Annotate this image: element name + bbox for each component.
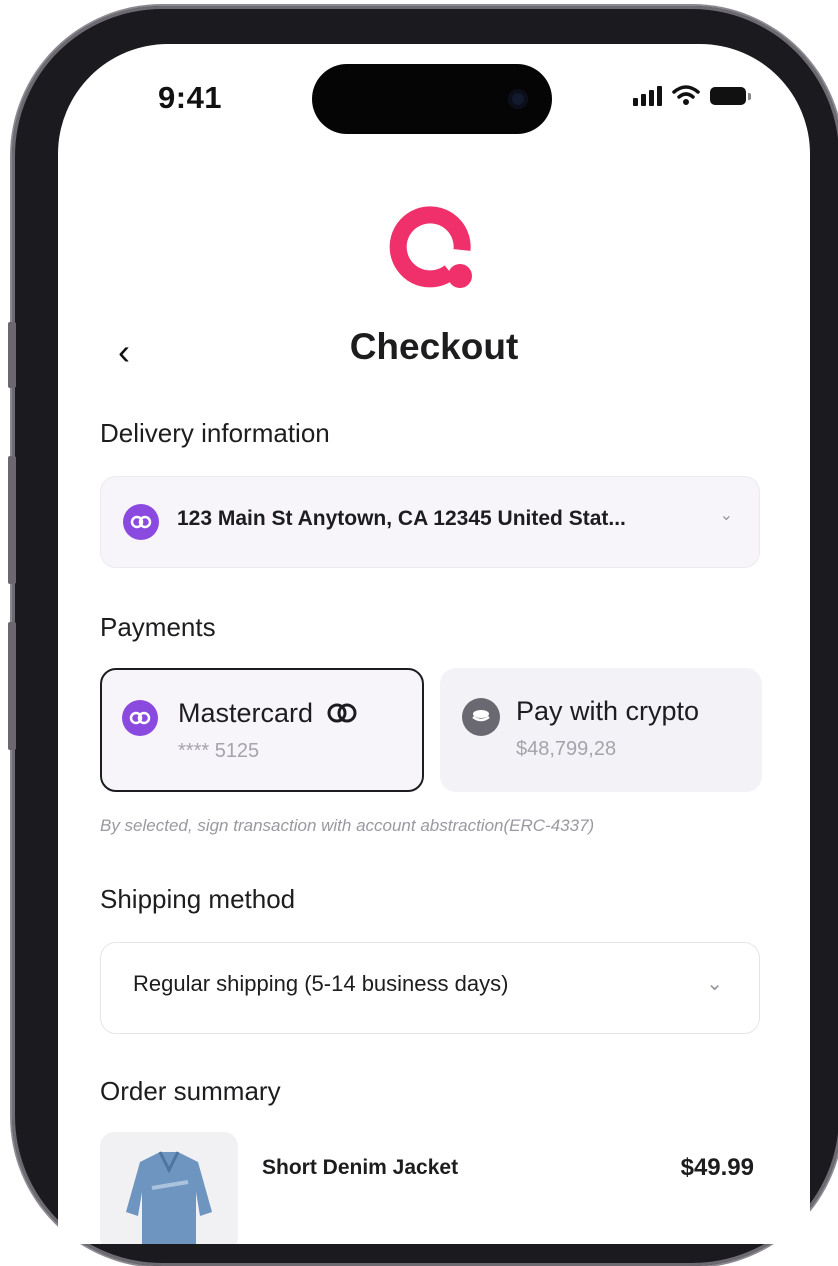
screen: 9:41 ‹ Checkout Delivery information 123… bbox=[58, 44, 810, 1244]
page-title: Checkout bbox=[349, 326, 519, 367]
delivery-section-label: Delivery information bbox=[100, 418, 330, 448]
side-button-volume-down bbox=[8, 622, 16, 750]
mastercard-label: Mastercard bbox=[178, 698, 314, 728]
link-icon bbox=[122, 700, 158, 736]
order-summary-label: Order summary bbox=[100, 1076, 281, 1106]
chevron-down-icon: ⌄ bbox=[706, 973, 723, 995]
wifi-icon bbox=[672, 85, 700, 105]
payment-note: By selected, sign transaction with accou… bbox=[100, 816, 595, 835]
crypto-title: Pay with crypto bbox=[516, 696, 700, 726]
dynamic-island bbox=[312, 64, 552, 134]
signal-icon bbox=[633, 84, 662, 106]
product-price: $49.99 bbox=[680, 1154, 754, 1181]
crypto-balance: $48,799,28 bbox=[516, 738, 617, 760]
side-button-volume-up bbox=[8, 456, 16, 584]
side-button-action bbox=[8, 322, 16, 388]
shipping-section-label: Shipping method bbox=[100, 884, 296, 914]
address-value: 123 Main St Anytown, CA 12345 United Sta… bbox=[177, 507, 626, 530]
product-name: Short Denim Jacket bbox=[262, 1156, 459, 1179]
payments-section-label: Payments bbox=[100, 612, 216, 642]
camera-icon bbox=[508, 89, 528, 109]
payment-option-crypto[interactable]: Pay with crypto $48,799,28 bbox=[440, 668, 762, 792]
status-time: 9:41 bbox=[158, 80, 223, 115]
mastercard-title: Mastercard bbox=[178, 698, 359, 729]
app-logo-icon bbox=[389, 206, 472, 288]
link-icon bbox=[123, 504, 159, 540]
battery-icon bbox=[710, 87, 751, 105]
status-bar: 9:41 bbox=[58, 44, 810, 154]
shipping-method-selector[interactable]: Regular shipping (5-14 business days) ⌄ bbox=[100, 942, 760, 1034]
product-image bbox=[100, 1132, 238, 1244]
checkout-header: ‹ Checkout bbox=[58, 322, 810, 382]
chevron-down-icon: ⌄ bbox=[719, 507, 733, 524]
mastercard-icon bbox=[327, 703, 357, 723]
address-selector[interactable]: 123 Main St Anytown, CA 12345 United Sta… bbox=[100, 476, 760, 568]
status-icons bbox=[633, 84, 751, 106]
crypto-coin-icon bbox=[462, 698, 500, 736]
card-number: **** 5125 bbox=[178, 740, 260, 762]
payment-option-mastercard[interactable]: Mastercard **** 5125 bbox=[100, 668, 424, 792]
shipping-method-value: Regular shipping (5-14 business days) bbox=[133, 971, 509, 996]
